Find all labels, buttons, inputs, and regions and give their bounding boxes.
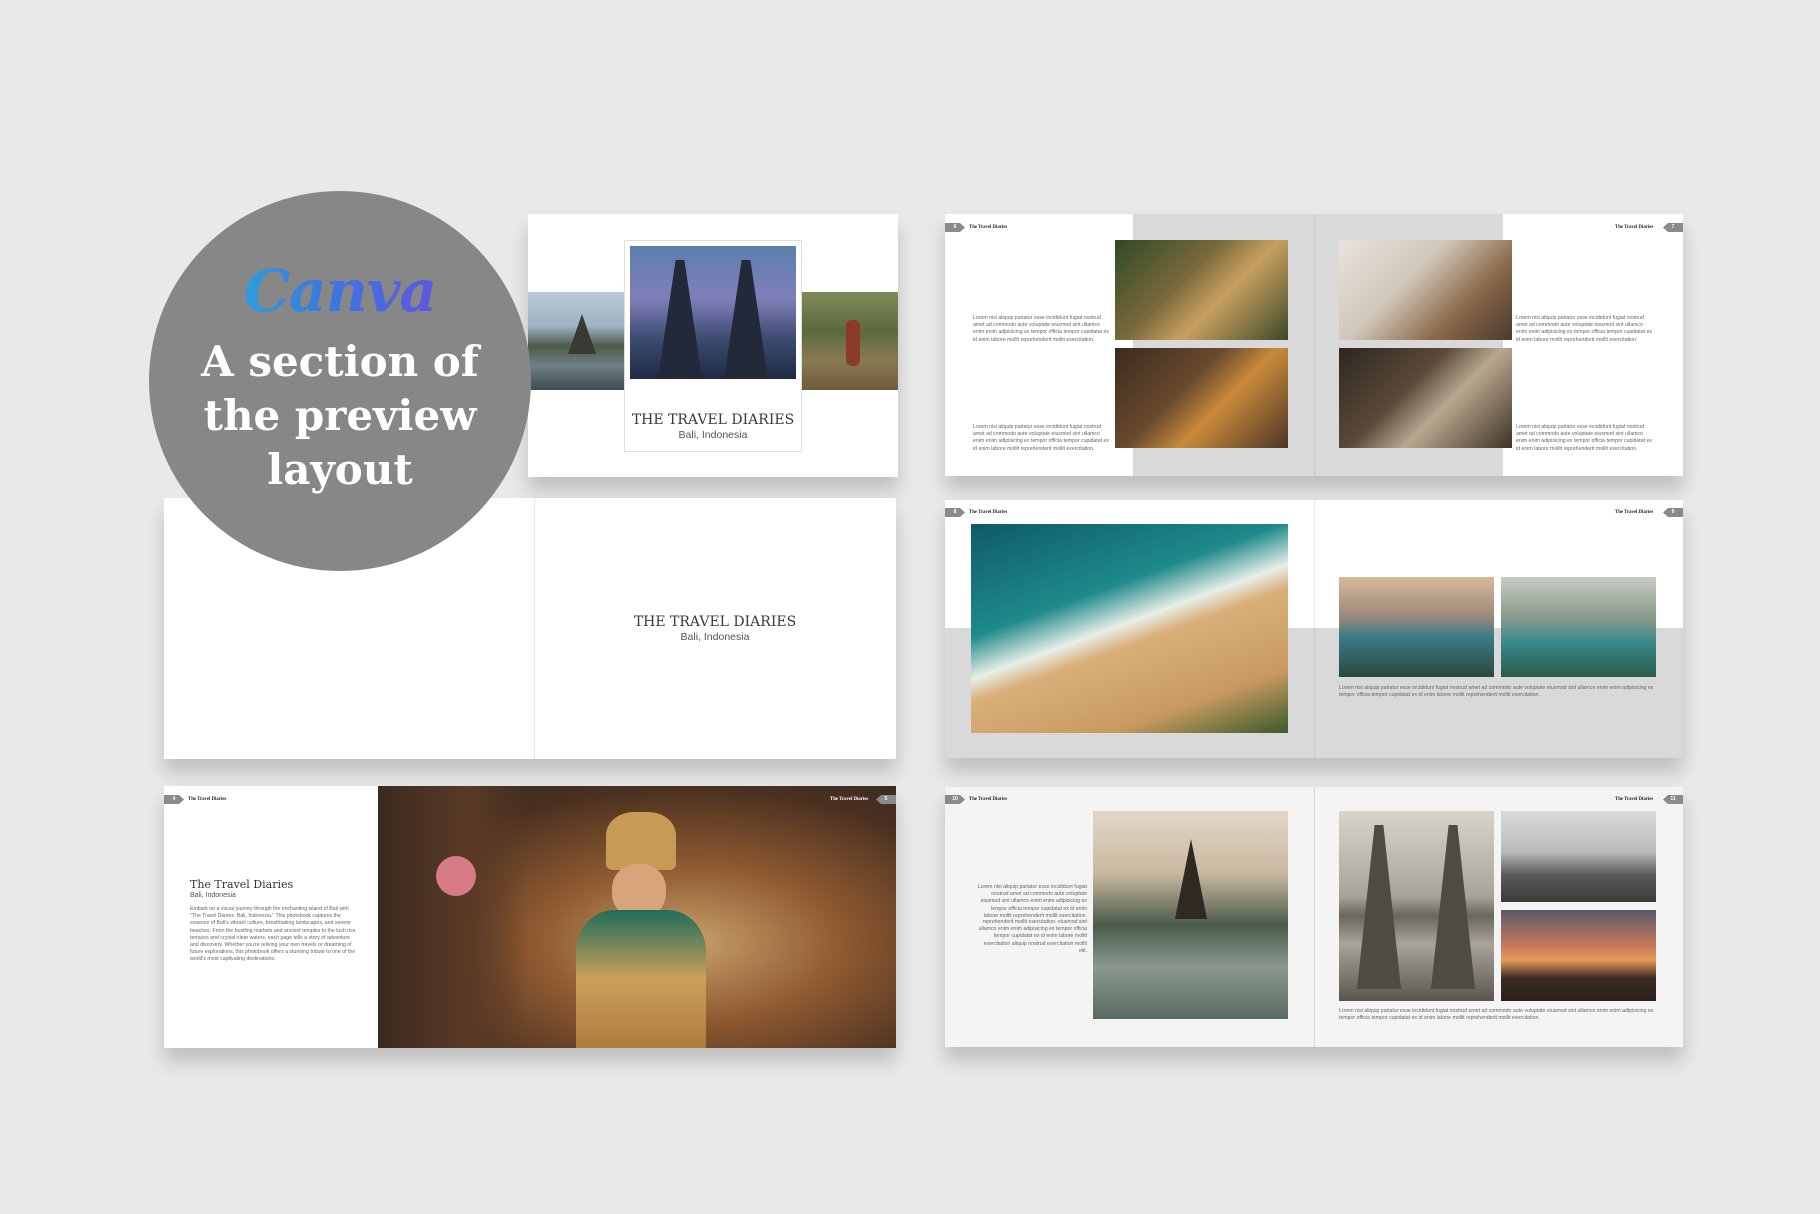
spread-6-7[interactable]: 6 The Travel Diaries Lorem nisi aliquip … <box>945 214 1683 476</box>
page-number-badge: 11 <box>1663 795 1683 804</box>
dancer-photo <box>794 292 898 390</box>
page-number-badge: 9 <box>1663 508 1683 517</box>
page-number-badge: 8 <box>945 508 965 517</box>
title-page-title: THE TRAVEL DIARIES <box>633 614 797 630</box>
intro-paragraph: Embark on a visual journey through the e… <box>190 906 356 963</box>
caption-bottom: Lorem nisi aliquip pariatur esse incidid… <box>973 424 1109 452</box>
caption-bottom-right: Lorem nisi aliquip pariatur esse incidid… <box>1516 424 1652 452</box>
cover-title: THE TRAVEL DIARIES <box>631 412 795 428</box>
canva-logo: Canva <box>149 257 531 325</box>
cover-subtitle: Bali, Indonesia <box>678 429 748 441</box>
intro-spread[interactable]: 4 The Travel Diaries The Travel Diaries … <box>164 786 896 1048</box>
title-page-subtitle: Bali, Indonesia <box>680 631 750 643</box>
gate-photo <box>630 246 796 379</box>
caption-left-b: reprehenderit mollit exercitation. eiusm… <box>978 919 1087 954</box>
temple-lake-photo <box>528 292 628 390</box>
running-header: The Travel Diaries <box>188 797 227 802</box>
sunset-crowd-photo <box>1501 910 1656 1001</box>
running-header: The Travel Diaries <box>969 225 1008 230</box>
shadow-puppet-photo <box>1339 240 1512 340</box>
running-header: The Travel Diaries <box>830 797 869 802</box>
temple-statues-photo <box>1339 348 1512 448</box>
caption-top-right: Lorem nisi aliquip pariatur esse incidid… <box>1516 315 1652 343</box>
caption-top: Lorem nisi aliquip pariatur esse incidid… <box>973 315 1109 343</box>
cliff-woman-photo <box>1339 577 1494 677</box>
running-header: The Travel Diaries <box>969 797 1008 802</box>
running-header: The Travel Diaries <box>1615 510 1654 515</box>
cover-frame: THE TRAVEL DIARIES Bali, Indonesia <box>624 240 802 452</box>
running-header: The Travel Diaries <box>1615 225 1654 230</box>
caption-wide: Lorem nisi aliquip pariatur esse incidid… <box>1339 1008 1654 1022</box>
running-header: The Travel Diaries <box>1615 797 1654 802</box>
spread-8-9[interactable]: 8 The Travel Diaries Lorem nisi aliquip … <box>945 500 1683 758</box>
page-number-badge: 10 <box>945 795 965 804</box>
intro-subtitle: Bali, Indonesia <box>190 892 236 899</box>
intro-title: The Travel Diaries <box>190 878 294 891</box>
ulun-danu-photo <box>1093 811 1288 1019</box>
canva-preview-badge: Canva A section of the preview layout <box>149 191 531 571</box>
caption-left-a: Lorem nisi aliquip pariatur esse incidid… <box>977 884 1087 919</box>
legong-dancer-photo <box>378 786 896 1048</box>
offering-maker-photo <box>1115 348 1288 448</box>
badge-line-2: the preview <box>203 391 477 440</box>
nusa-penida-photo <box>1501 577 1656 677</box>
spread-10-11[interactable]: 10 The Travel Diaries Lorem nisi aliquip… <box>945 787 1683 1047</box>
dancers-photo <box>1115 240 1288 340</box>
spread-fold <box>1314 787 1315 1047</box>
spread-fold <box>1314 214 1315 476</box>
borobudur-photo <box>1501 811 1656 902</box>
beach-aerial-photo <box>971 524 1288 733</box>
badge-line-3: layout <box>267 445 413 494</box>
spread-fold <box>1314 500 1315 758</box>
lempuyang-gate-photo <box>1339 811 1494 1001</box>
badge-line-1: A section of <box>201 337 479 386</box>
page-number-badge: 4 <box>164 795 184 804</box>
caption-wide: Lorem nisi aliquip pariatur esse incidid… <box>1339 685 1654 699</box>
cover-spread[interactable]: THE TRAVEL DIARIES Bali, Indonesia <box>528 214 898 477</box>
running-header: The Travel Diaries <box>969 510 1008 515</box>
